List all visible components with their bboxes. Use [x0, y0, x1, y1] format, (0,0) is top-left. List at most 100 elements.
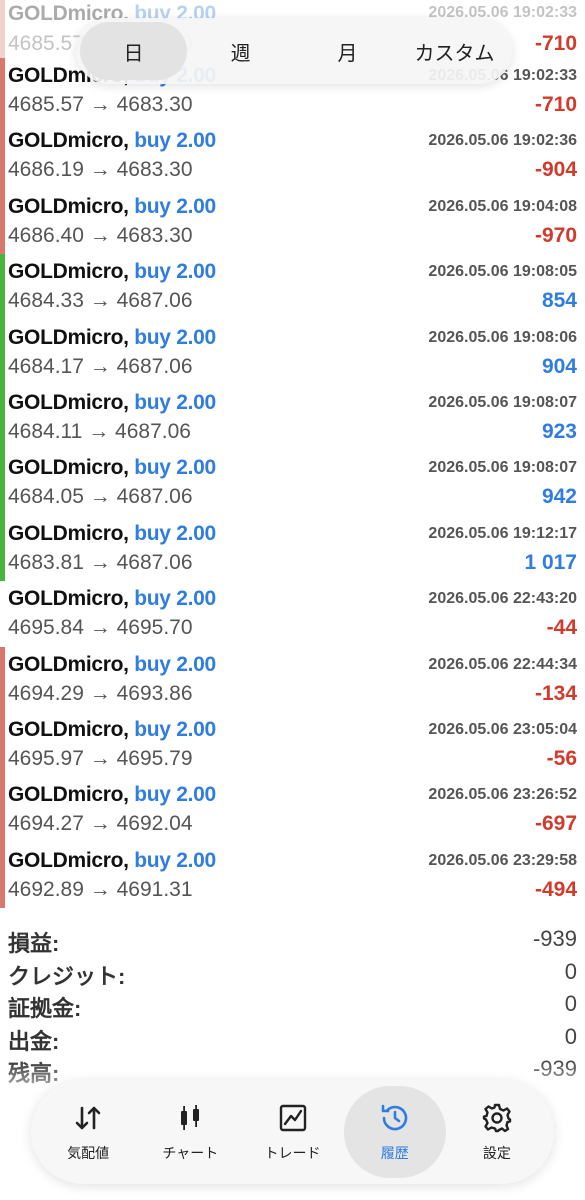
deal-row[interactable]: GOLDmicro, buy 2.00 2026.05.06 22:43:20 46… [0, 581, 585, 647]
close-price: 4683.30 [116, 93, 193, 116]
open-price: 4684.05 [8, 485, 84, 509]
deal-result-bar [0, 515, 5, 582]
symbol-name: GOLDmicro, [8, 390, 129, 414]
nav-tab-gear[interactable]: 設定 [446, 1086, 548, 1178]
deal-profit: -970 [534, 223, 577, 247]
arrow-icon: → [89, 812, 111, 836]
nav-tab-quotes[interactable]: 気配値 [37, 1086, 139, 1178]
nav-tab-label: 気配値 [67, 1145, 110, 1161]
tab-period-1[interactable]: 週 [187, 22, 294, 80]
deal-profit: 1 017 [524, 550, 577, 574]
deal-row[interactable]: GOLDmicro, buy 2.00 2026.05.06 23:05:04 46… [0, 711, 585, 778]
deal-row[interactable]: GOLDmicro, buy 2.00 2026.05.06 22:44:34 46… [0, 646, 585, 712]
arrow-icon: → [89, 93, 111, 116]
close-price: 4692.04 [116, 812, 193, 836]
symbol-name: GOLDmicro, [8, 325, 129, 349]
symbol-name: GOLDmicro, [8, 456, 129, 480]
nav-tab-label: トレード [264, 1145, 321, 1161]
symbol-name: GOLDmicro, [8, 194, 129, 218]
deal-result-bar [0, 450, 5, 516]
deal-time: 2026.05.06 23:26:52 [428, 786, 577, 804]
nav-tab-trade[interactable]: トレード [241, 1086, 343, 1178]
deal-side: buy 2.00 [134, 848, 216, 872]
open-price: 4694.29 [8, 681, 84, 705]
deal-result-bar [0, 777, 5, 843]
gear-icon [480, 1101, 514, 1135]
summary-value: -939 [532, 926, 577, 951]
tab-period-0[interactable]: 日 [80, 22, 187, 80]
deal-row[interactable]: GOLDmicro, buy 2.00 2026.05.06 19:08:07 46… [0, 450, 585, 516]
deal-time: 2026.05.06 23:05:04 [428, 720, 577, 738]
deal-symbol: GOLDmicro, buy 2.00 [8, 718, 216, 742]
deal-side: buy 2.00 [134, 521, 216, 545]
deal-row[interactable]: GOLDmicro, buy 2.00 2026.05.06 19:12:17 46… [0, 515, 585, 582]
deal-prices: 4684.17 → 4687.06 [8, 355, 193, 379]
open-price: 4686.40 [8, 223, 84, 247]
symbol-name: GOLDmicro, [8, 521, 129, 545]
deal-prices: 4684.11 → 4687.06 [8, 420, 191, 444]
deal-time: 2026.05.06 19:12:17 [428, 524, 577, 542]
summary-row: 証拠金: 0 [0, 989, 585, 1022]
open-price: 4685.57 [8, 32, 84, 55]
tab-period-3[interactable]: カスタム [401, 22, 508, 80]
deal-row[interactable]: GOLDmicro, buy 2.00 2026.05.06 19:02:36 46… [0, 123, 585, 189]
deal-row[interactable]: GOLDmicro, buy 2.00 2026.05.06 19:04:08 46… [0, 188, 585, 255]
summary-label: 証拠金: [8, 996, 82, 1021]
deal-symbol: GOLDmicro, buy 2.00 [8, 849, 216, 873]
arrow-icon: → [89, 223, 111, 247]
close-price: 4687.06 [116, 289, 193, 313]
open-price: 4692.89 [8, 877, 84, 901]
close-price: 4687.06 [116, 485, 193, 509]
nav-tab-label: 履歴 [380, 1145, 409, 1161]
deal-prices: 4692.89 → 4691.31 [8, 878, 193, 902]
symbol-name: GOLDmicro, [8, 652, 129, 676]
arrow-icon: → [89, 289, 111, 313]
deal-symbol: GOLDmicro, buy 2.00 [8, 522, 216, 546]
deal-side: buy 2.00 [134, 783, 216, 807]
deal-result-bar [0, 646, 5, 712]
deal-profit: -44 [546, 616, 577, 640]
nav-tab-chart-candles[interactable]: チャート [139, 1086, 241, 1178]
deal-row[interactable]: GOLDmicro, buy 2.00 2026.05.06 19:08:06 46… [0, 319, 585, 385]
deal-time: 2026.05.06 19:08:07 [428, 459, 577, 477]
summary-value: 0 [564, 958, 577, 984]
deal-row[interactable]: GOLDmicro, buy 2.00 2026.05.06 23:29:58 46… [0, 842, 585, 909]
deal-result-bar [0, 384, 5, 451]
arrow-icon: → [89, 354, 111, 378]
deal-symbol: GOLDmicro, buy 2.00 [8, 391, 216, 415]
deal-prices: 4695.84 → 4695.70 [8, 616, 193, 640]
bottom-navigation: 気配値 チャート トレード 履歴 設定 [31, 1080, 554, 1184]
close-price: 4683.30 [116, 158, 193, 182]
history-icon [378, 1101, 412, 1135]
deal-row[interactable]: GOLDmicro, buy 2.00 2026.05.06 19:08:07 46… [0, 384, 585, 451]
deal-symbol: GOLDmicro, buy 2.00 [8, 129, 216, 153]
close-price: 4687.06 [116, 550, 193, 574]
nav-tab-label: チャート [162, 1145, 219, 1161]
deal-side: buy 2.00 [134, 194, 216, 218]
deal-result-bar [0, 58, 5, 124]
deal-time: 2026.05.06 19:04:08 [428, 197, 577, 215]
arrow-icon: → [89, 158, 111, 182]
deal-profit: -710 [534, 32, 577, 55]
deal-result-bar [0, 254, 5, 320]
open-price: 4686.19 [8, 158, 84, 182]
deal-profit: -56 [546, 746, 577, 770]
close-price: 4691.31 [116, 877, 193, 901]
summary-label: 損益: [8, 931, 60, 956]
close-price: 4693.86 [116, 681, 193, 705]
deal-side: buy 2.00 [134, 456, 216, 480]
symbol-name: GOLDmicro, [8, 587, 129, 611]
deal-profit: 923 [541, 419, 577, 443]
deal-row[interactable]: GOLDmicro, buy 2.00 2026.05.06 19:08:05 46… [0, 254, 585, 320]
deal-prices: 4684.05 → 4687.06 [8, 485, 193, 509]
deal-side: buy 2.00 [134, 390, 216, 414]
open-price: 4684.33 [8, 289, 84, 313]
deal-result-bar [0, 0, 5, 58]
nav-tab-history[interactable]: 履歴 [343, 1086, 446, 1178]
deal-result-bar [0, 188, 5, 255]
tab-period-2[interactable]: 月 [294, 22, 401, 80]
deal-row[interactable]: GOLDmicro, buy 2.00 2026.05.06 23:26:52 46… [0, 777, 585, 843]
deal-time: 2026.05.06 23:29:58 [428, 851, 577, 869]
quotes-icon [71, 1101, 105, 1135]
deal-prices: 4683.81 → 4687.06 [8, 551, 193, 575]
